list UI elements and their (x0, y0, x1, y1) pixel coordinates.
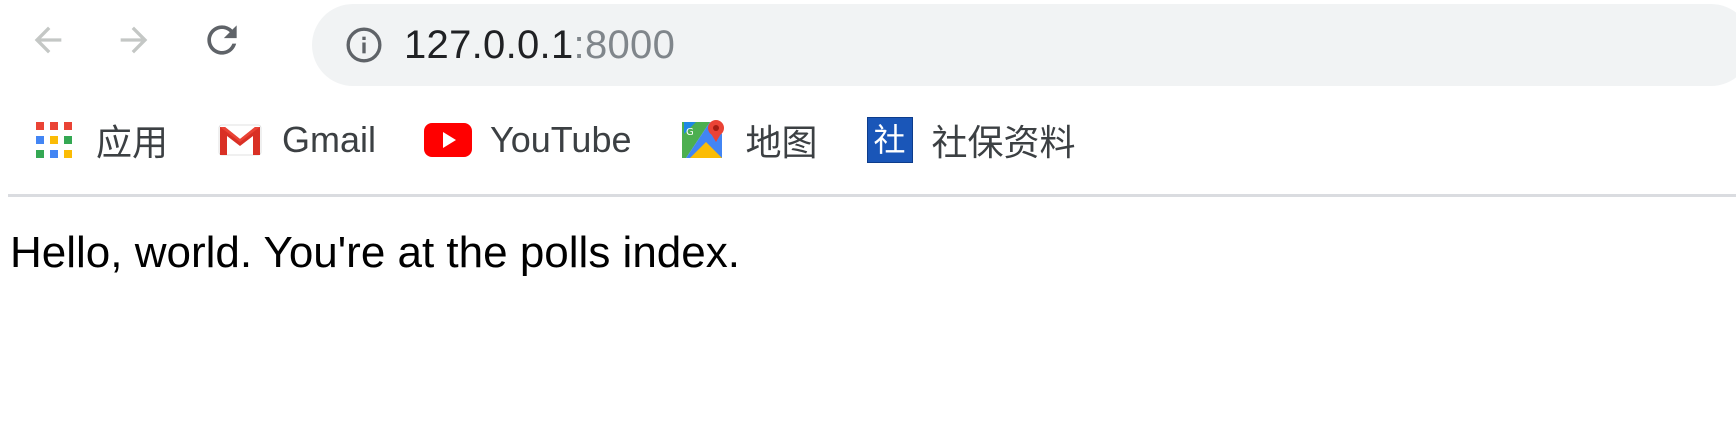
shebao-icon: 社 (866, 116, 914, 164)
gmail-icon (216, 116, 264, 164)
reload-icon (207, 25, 237, 55)
bookmarks-bar: 应用 Gmail YouTube G 地图 社 社保资料 (0, 88, 1736, 192)
reload-button[interactable] (196, 14, 248, 66)
back-button[interactable] (22, 14, 74, 66)
bookmark-maps[interactable]: G 地图 (680, 114, 818, 166)
url-port: :8000 (573, 22, 676, 67)
bookmark-label: 应用 (96, 122, 169, 163)
bookmark-shebao[interactable]: 社 社保资料 (866, 114, 1076, 166)
bookmark-label: YouTube (490, 119, 632, 160)
browser-toolbar: 127.0.0.1:8000 (0, 0, 1736, 88)
toolbar-divider (8, 194, 1736, 197)
address-bar[interactable]: 127.0.0.1:8000 (312, 4, 1736, 86)
bookmark-youtube[interactable]: YouTube (424, 116, 632, 164)
bookmark-gmail[interactable]: Gmail (216, 116, 376, 164)
apps-grid-icon (30, 116, 78, 164)
page-body-text: Hello, world. You're at the polls index. (10, 228, 740, 277)
bookmark-label: Gmail (282, 119, 377, 160)
url-host: 127.0.0.1 (404, 22, 574, 67)
svg-text:G: G (686, 127, 694, 138)
info-icon[interactable] (342, 23, 386, 67)
arrow-right-icon (120, 26, 148, 54)
bookmark-apps[interactable]: 应用 (30, 114, 168, 166)
youtube-icon (424, 116, 473, 164)
url-text[interactable]: 127.0.0.1:8000 (404, 23, 675, 68)
forward-button[interactable] (108, 14, 160, 66)
arrow-left-icon (34, 26, 62, 54)
bookmark-label: 地图 (745, 122, 818, 163)
bookmark-label: 社保资料 (931, 122, 1076, 163)
maps-icon: G (680, 116, 728, 164)
